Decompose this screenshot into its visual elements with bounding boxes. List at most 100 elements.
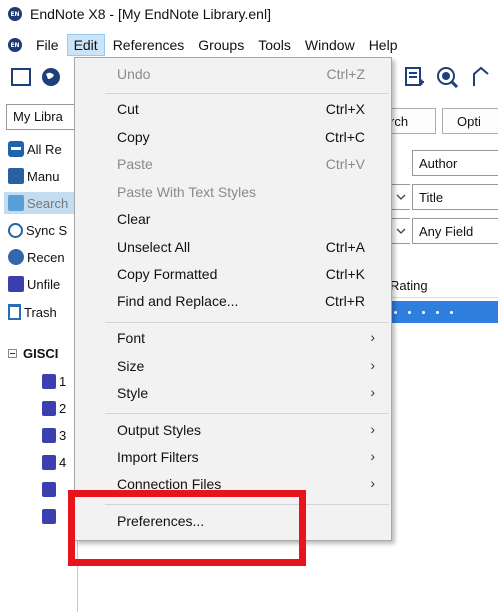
chevron-down-icon[interactable]: [390, 184, 410, 210]
group-unfiled[interactable]: Unfile: [8, 273, 60, 295]
menu-item-label: Copy Formatted: [117, 266, 218, 282]
new-reference-icon[interactable]: [403, 66, 425, 88]
menu-item-cut[interactable]: Cut Ctrl+X: [75, 97, 391, 124]
menu-file[interactable]: File: [30, 35, 65, 55]
menu-references[interactable]: References: [107, 35, 191, 55]
group-label: Recen: [27, 249, 65, 265]
highlight-annotation-box: [68, 490, 306, 566]
group-item[interactable]: [42, 478, 59, 500]
search-field-any[interactable]: Any Field: [412, 218, 498, 244]
menu-item-output-styles[interactable]: Output Styles ›: [75, 418, 391, 445]
unfiled-icon: [8, 276, 24, 292]
endnote-app-icon: EN: [8, 7, 22, 21]
menu-item-shortcut: Ctrl+A: [325, 239, 365, 255]
group-item[interactable]: 4: [42, 451, 66, 473]
group-icon: [42, 508, 56, 524]
group-label: Unfile: [27, 276, 61, 292]
group-label: Trash: [24, 304, 57, 320]
menu-item-unselect-all[interactable]: Unselect All Ctrl+A: [75, 235, 391, 262]
chevron-down-icon[interactable]: [390, 218, 410, 244]
menu-item-style[interactable]: Style ›: [75, 381, 391, 408]
group-icon: [42, 373, 56, 389]
recently-added-icon: [8, 249, 24, 265]
endnote-menu-icon[interactable]: EN: [8, 38, 22, 52]
menu-item-undo[interactable]: Undo Ctrl+Z: [75, 62, 391, 89]
group-icon: [42, 427, 56, 443]
menu-item-clear[interactable]: Clear: [75, 207, 391, 234]
menu-item-label: Paste: [117, 156, 153, 172]
search-button[interactable]: rch: [390, 108, 436, 134]
group-recently-added[interactable]: Recen: [8, 246, 65, 268]
menu-window[interactable]: Window: [299, 35, 361, 55]
menu-item-label: Font: [117, 330, 146, 346]
manuscript-icon: [8, 168, 24, 184]
menu-groups[interactable]: Groups: [192, 35, 250, 55]
menu-item-label: Undo: [117, 66, 151, 82]
menu-item-label: Output Styles: [117, 422, 202, 438]
group-label: Search: [27, 195, 69, 211]
menu-tools[interactable]: Tools: [252, 35, 297, 55]
rating-dot: [436, 310, 439, 314]
menu-item-copy[interactable]: Copy Ctrl+C: [75, 125, 391, 152]
rating-dot: [450, 310, 453, 314]
group-search[interactable]: Search: [4, 192, 77, 214]
online-search-mode-icon[interactable]: [40, 66, 62, 88]
window-title: EndNote X8 - [My EndNote Library.enl]: [30, 6, 271, 22]
options-button[interactable]: Opti: [442, 108, 498, 134]
menu-item-label: Paste With Text Styles: [117, 184, 257, 200]
table-row[interactable]: [390, 301, 498, 323]
menu-item-label: Unselect All: [117, 239, 191, 255]
menu-item-shortcut: Ctrl+C: [324, 129, 365, 145]
library-dropdown[interactable]: My Libra: [6, 104, 77, 130]
groups-panel: My Libra All Re Manu Search Sync S Recen…: [4, 98, 78, 612]
menu-item-copy-formatted[interactable]: Copy Formatted Ctrl+K: [75, 262, 391, 289]
local-library-mode-icon[interactable]: [10, 66, 32, 88]
group-set-label: GISCI: [23, 345, 59, 361]
group-icon: [42, 400, 56, 416]
all-references-icon: [8, 141, 24, 157]
menu-item-shortcut: Ctrl+K: [325, 266, 365, 282]
menu-separator: [105, 413, 389, 414]
title-bar: EN EndNote X8 - [My EndNote Library.enl]: [0, 0, 498, 28]
rating-column-header[interactable]: Rating: [390, 274, 498, 298]
group-label: Manu: [27, 168, 60, 184]
chevron-right-icon: ›: [370, 329, 375, 345]
menu-help[interactable]: Help: [363, 35, 404, 55]
menu-item-shortcut: Ctrl+V: [325, 156, 365, 172]
group-icon: [42, 481, 56, 497]
group-set-header[interactable]: GISCI: [8, 342, 58, 364]
chevron-right-icon: ›: [370, 475, 375, 491]
rating-dot: [422, 310, 425, 314]
collapse-toggle-icon[interactable]: [8, 348, 17, 358]
group-item[interactable]: 1: [42, 370, 66, 392]
group-sync-status[interactable]: Sync S: [8, 219, 67, 241]
online-search-icon[interactable]: [436, 66, 458, 88]
rating-dot: [394, 310, 397, 314]
menu-item-size[interactable]: Size ›: [75, 354, 391, 381]
group-item[interactable]: [42, 505, 59, 527]
group-item[interactable]: 2: [42, 397, 66, 419]
menu-item-import-filters[interactable]: Import Filters ›: [75, 445, 391, 472]
menu-item-label: Import Filters: [117, 449, 199, 465]
menu-item-label: Clear: [117, 211, 151, 227]
menu-item-font[interactable]: Font ›: [75, 326, 391, 353]
search-field-title[interactable]: Title: [412, 184, 498, 210]
group-all-references[interactable]: All Re: [8, 138, 62, 160]
chevron-right-icon: ›: [370, 421, 375, 437]
menu-item-paste[interactable]: Paste Ctrl+V: [75, 152, 391, 179]
menu-item-shortcut: Ctrl+R: [324, 293, 365, 309]
menu-item-shortcut: Ctrl+X: [325, 101, 365, 117]
search-field-author[interactable]: Author: [412, 150, 498, 176]
group-label: 3: [59, 427, 67, 443]
chevron-right-icon: ›: [370, 357, 375, 373]
menu-item-label: Cut: [117, 101, 139, 117]
share-icon[interactable]: [470, 66, 492, 88]
group-manuscripts[interactable]: Manu: [8, 165, 60, 187]
menu-item-label: Copy: [117, 129, 150, 145]
group-trash[interactable]: Trash: [8, 301, 57, 323]
group-item[interactable]: 3: [42, 424, 66, 446]
menu-item-find-and-replace[interactable]: Find and Replace... Ctrl+R: [75, 289, 391, 316]
search-icon: [8, 195, 24, 211]
menu-item-paste-with-text-styles[interactable]: Paste With Text Styles: [75, 180, 391, 207]
menu-edit[interactable]: Edit: [66, 34, 105, 56]
